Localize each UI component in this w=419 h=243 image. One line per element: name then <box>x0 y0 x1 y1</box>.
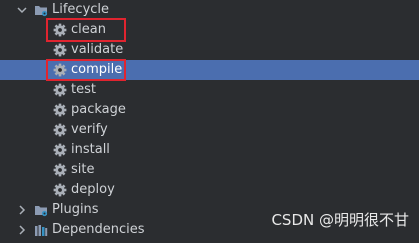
lifecycle-goal-test[interactable]: test <box>0 80 419 100</box>
lifecycle-goal-verify[interactable]: verify <box>0 120 419 140</box>
chevron-right-icon[interactable] <box>16 224 28 236</box>
library-icon <box>35 225 48 236</box>
chevron-down-icon[interactable] <box>16 4 28 16</box>
highlight-box-clean <box>46 18 126 42</box>
lifecycle-goal-site[interactable]: site <box>0 160 419 180</box>
highlight-box-compile <box>46 59 126 81</box>
gear-icon <box>53 143 67 157</box>
goal-label: test <box>71 82 96 97</box>
tree-node-label: Lifecycle <box>52 2 110 17</box>
tree-node-lifecycle[interactable]: Lifecycle <box>0 0 419 20</box>
gear-icon <box>53 123 67 137</box>
goal-label: deploy <box>71 182 115 197</box>
gear-icon <box>53 103 67 117</box>
gear-icon <box>53 163 67 177</box>
lifecycle-goal-package[interactable]: package <box>0 100 419 120</box>
tree-node-label: Dependencies <box>52 222 145 237</box>
watermark: CSDN @明明很不甘 <box>271 211 409 229</box>
gear-icon <box>53 83 67 97</box>
lifecycle-goal-install[interactable]: install <box>0 140 419 160</box>
gear-icon <box>53 183 67 197</box>
goal-label: install <box>71 142 110 157</box>
lifecycle-goal-deploy[interactable]: deploy <box>0 180 419 200</box>
maven-folder-icon <box>35 206 48 217</box>
maven-folder-icon <box>35 6 48 17</box>
goal-label: validate <box>71 42 124 57</box>
tree-node-label: Plugins <box>52 202 99 217</box>
goal-label: site <box>71 162 95 177</box>
maven-lifecycle-tree: Lifecycle clean validate compile test pa… <box>0 0 419 243</box>
gear-icon <box>53 43 67 57</box>
goal-label: verify <box>71 122 108 137</box>
lifecycle-goal-validate[interactable]: validate <box>0 40 419 60</box>
goal-label: package <box>71 102 126 117</box>
chevron-right-icon[interactable] <box>16 204 28 216</box>
